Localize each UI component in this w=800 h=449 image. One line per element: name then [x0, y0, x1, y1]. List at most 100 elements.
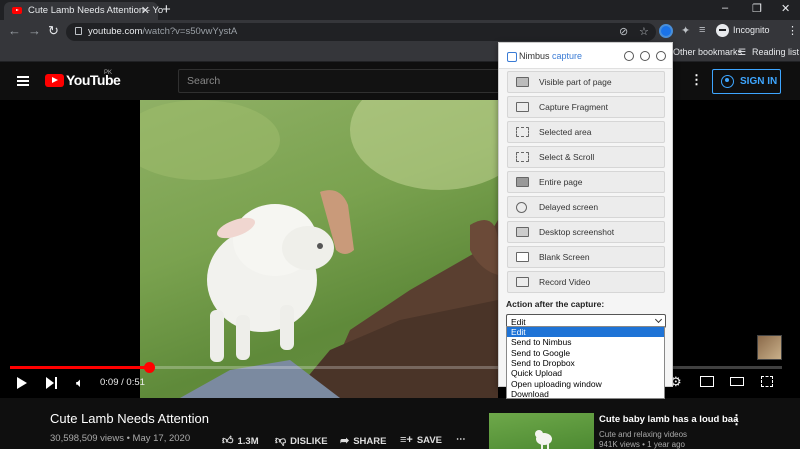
visible-part-button[interactable]: Visible part of page	[507, 71, 665, 93]
youtube-logo-text[interactable]: YouTube	[66, 72, 121, 88]
account-icon	[721, 75, 734, 88]
visible-page-icon	[516, 77, 529, 87]
incognito-icon	[716, 24, 729, 37]
theater-mode-icon[interactable]	[730, 377, 744, 386]
miniplayer-icon[interactable]	[700, 376, 714, 387]
option-send-to-nimbus[interactable]: Send to Nimbus	[507, 337, 664, 347]
tab-close-icon[interactable]: ✕	[141, 4, 150, 17]
country-code: PK	[104, 70, 113, 76]
sign-in-label: SIGN IN	[740, 76, 778, 87]
video-camera-icon	[516, 277, 529, 287]
bookmark-star-icon[interactable]: ☆	[639, 25, 649, 38]
incognito-profile[interactable]: Incognito	[716, 24, 770, 37]
delayed-screen-button[interactable]: Delayed screen	[507, 196, 665, 218]
reload-icon[interactable]: ↻	[48, 23, 59, 39]
entire-page-button[interactable]: Entire page	[507, 171, 665, 193]
progress-scrubber[interactable]	[143, 362, 155, 373]
visible-part-label: Visible part of page	[539, 77, 612, 87]
related-more-icon[interactable]: ⋮	[730, 412, 743, 428]
forward-arrow-icon[interactable]: →	[28, 23, 41, 38]
play-icon[interactable]	[17, 377, 27, 389]
option-open-uploading-window[interactable]: Open uploading window	[507, 379, 664, 389]
fullscreen-icon[interactable]	[761, 376, 773, 387]
record-video-label: Record Video	[539, 277, 591, 287]
entire-page-icon	[516, 177, 529, 187]
nimbus-header: Nimbus capture	[499, 43, 672, 69]
save-button[interactable]: ≡+ SAVE	[400, 434, 442, 446]
timer-icon	[516, 202, 527, 213]
related-video-views: 941K views • 1 year ago	[599, 440, 685, 449]
like-count: 1.3M	[237, 436, 259, 447]
sign-in-button[interactable]: SIGN IN	[712, 69, 781, 94]
chevron-down-icon	[654, 315, 663, 324]
time-display: 0:09 / 0:51	[100, 377, 145, 388]
nimbus-brand-name: Nimbus	[519, 51, 550, 61]
video-title: Cute Lamb Needs Attention	[50, 411, 209, 426]
nimbus-extension-icon[interactable]	[659, 24, 673, 38]
settings-gear-icon[interactable]	[624, 51, 634, 61]
help-icon[interactable]	[656, 51, 666, 61]
more-actions-button[interactable]: ⋯	[456, 434, 466, 445]
back-arrow-icon[interactable]: ←	[8, 23, 21, 38]
blank-screen-icon	[516, 252, 529, 262]
settings-more-icon[interactable]: ⋮	[690, 72, 703, 88]
option-edit[interactable]: Edit	[507, 327, 664, 338]
share-label: SHARE	[353, 436, 387, 447]
blank-screen-button[interactable]: Blank Screen	[507, 246, 665, 268]
youtube-header: YouTube PK ⋮ SIGN IN	[0, 62, 800, 100]
youtube-logo-icon[interactable]	[45, 74, 64, 87]
related-thumbnail-image	[535, 430, 552, 449]
thumbs-down-icon: 👎︎	[275, 435, 287, 447]
lock-icon	[75, 27, 82, 35]
option-quick-upload[interactable]: Quick Upload	[507, 368, 664, 378]
capture-fragment-button[interactable]: Capture Fragment	[507, 96, 665, 118]
hidden-eye-icon[interactable]: ⊘	[619, 25, 628, 38]
close-window-button[interactable]: ✕	[781, 2, 790, 15]
address-bar[interactable]: youtube.com/watch?v=s50vwYystA ⊘ ☆	[66, 23, 656, 41]
share-icon: ➦	[340, 435, 350, 447]
reading-list-icon[interactable]: ☰	[738, 47, 746, 58]
history-icon[interactable]	[640, 51, 650, 61]
desktop-screenshot-button[interactable]: Desktop screenshot	[507, 221, 665, 243]
entire-page-label: Entire page	[539, 177, 583, 187]
video-frame[interactable]	[140, 100, 498, 398]
nimbus-brand-accent: capture	[552, 51, 583, 61]
volume-icon[interactable]: 🔈︎	[76, 375, 84, 391]
capture-fragment-label: Capture Fragment	[539, 102, 608, 112]
profile-label: Incognito	[733, 24, 770, 35]
select-scroll-button[interactable]: Select & Scroll	[507, 146, 665, 168]
desktop-screenshot-label: Desktop screenshot	[539, 227, 615, 237]
related-video-channel[interactable]: Cute and relaxing videos	[599, 430, 687, 439]
search-input[interactable]	[179, 70, 499, 92]
url-host: youtube.com	[88, 26, 143, 37]
new-tab-button[interactable]: +	[162, 1, 171, 18]
url-path: /watch?v=s50vwYystA	[142, 26, 238, 37]
browser-menu-icon[interactable]: ⋮	[787, 24, 798, 37]
maximize-button[interactable]: ❐	[752, 2, 762, 15]
video-thumbnail-corner[interactable]	[757, 335, 782, 360]
option-download[interactable]: Download	[507, 389, 664, 399]
select-scroll-label: Select & Scroll	[539, 152, 595, 162]
video-scene-image	[140, 100, 498, 398]
other-bookmarks[interactable]: Other bookmarks	[673, 47, 742, 57]
related-video-thumbnail[interactable]	[489, 413, 594, 449]
media-queue-icon[interactable]: ≡	[699, 24, 705, 36]
share-button[interactable]: ➦ SHARE	[340, 434, 386, 447]
extensions-puzzle-icon[interactable]: ✦	[681, 24, 690, 37]
minimize-button[interactable]: –	[722, 2, 728, 14]
related-video-title[interactable]: Cute baby lamb has a loud baa	[599, 414, 738, 425]
selected-area-label: Selected area	[539, 127, 592, 137]
reading-list[interactable]: Reading list	[752, 47, 799, 57]
hamburger-menu-icon[interactable]	[17, 76, 29, 86]
fragment-icon	[516, 102, 529, 112]
option-send-to-dropbox[interactable]: Send to Dropbox	[507, 358, 664, 368]
nimbus-logo-icon	[507, 52, 517, 62]
next-icon[interactable]	[46, 377, 59, 389]
browser-tab[interactable]: Cute Lamb Needs Attention - Yo ✕	[4, 2, 163, 20]
like-button[interactable]: 👍︎ 1.3M	[222, 434, 259, 447]
selected-area-button[interactable]: Selected area	[507, 121, 665, 143]
option-send-to-google[interactable]: Send to Google	[507, 348, 664, 358]
record-video-button[interactable]: Record Video	[507, 271, 665, 293]
dislike-button[interactable]: 👎︎ DISLIKE	[275, 434, 328, 447]
search-box[interactable]	[178, 69, 500, 93]
